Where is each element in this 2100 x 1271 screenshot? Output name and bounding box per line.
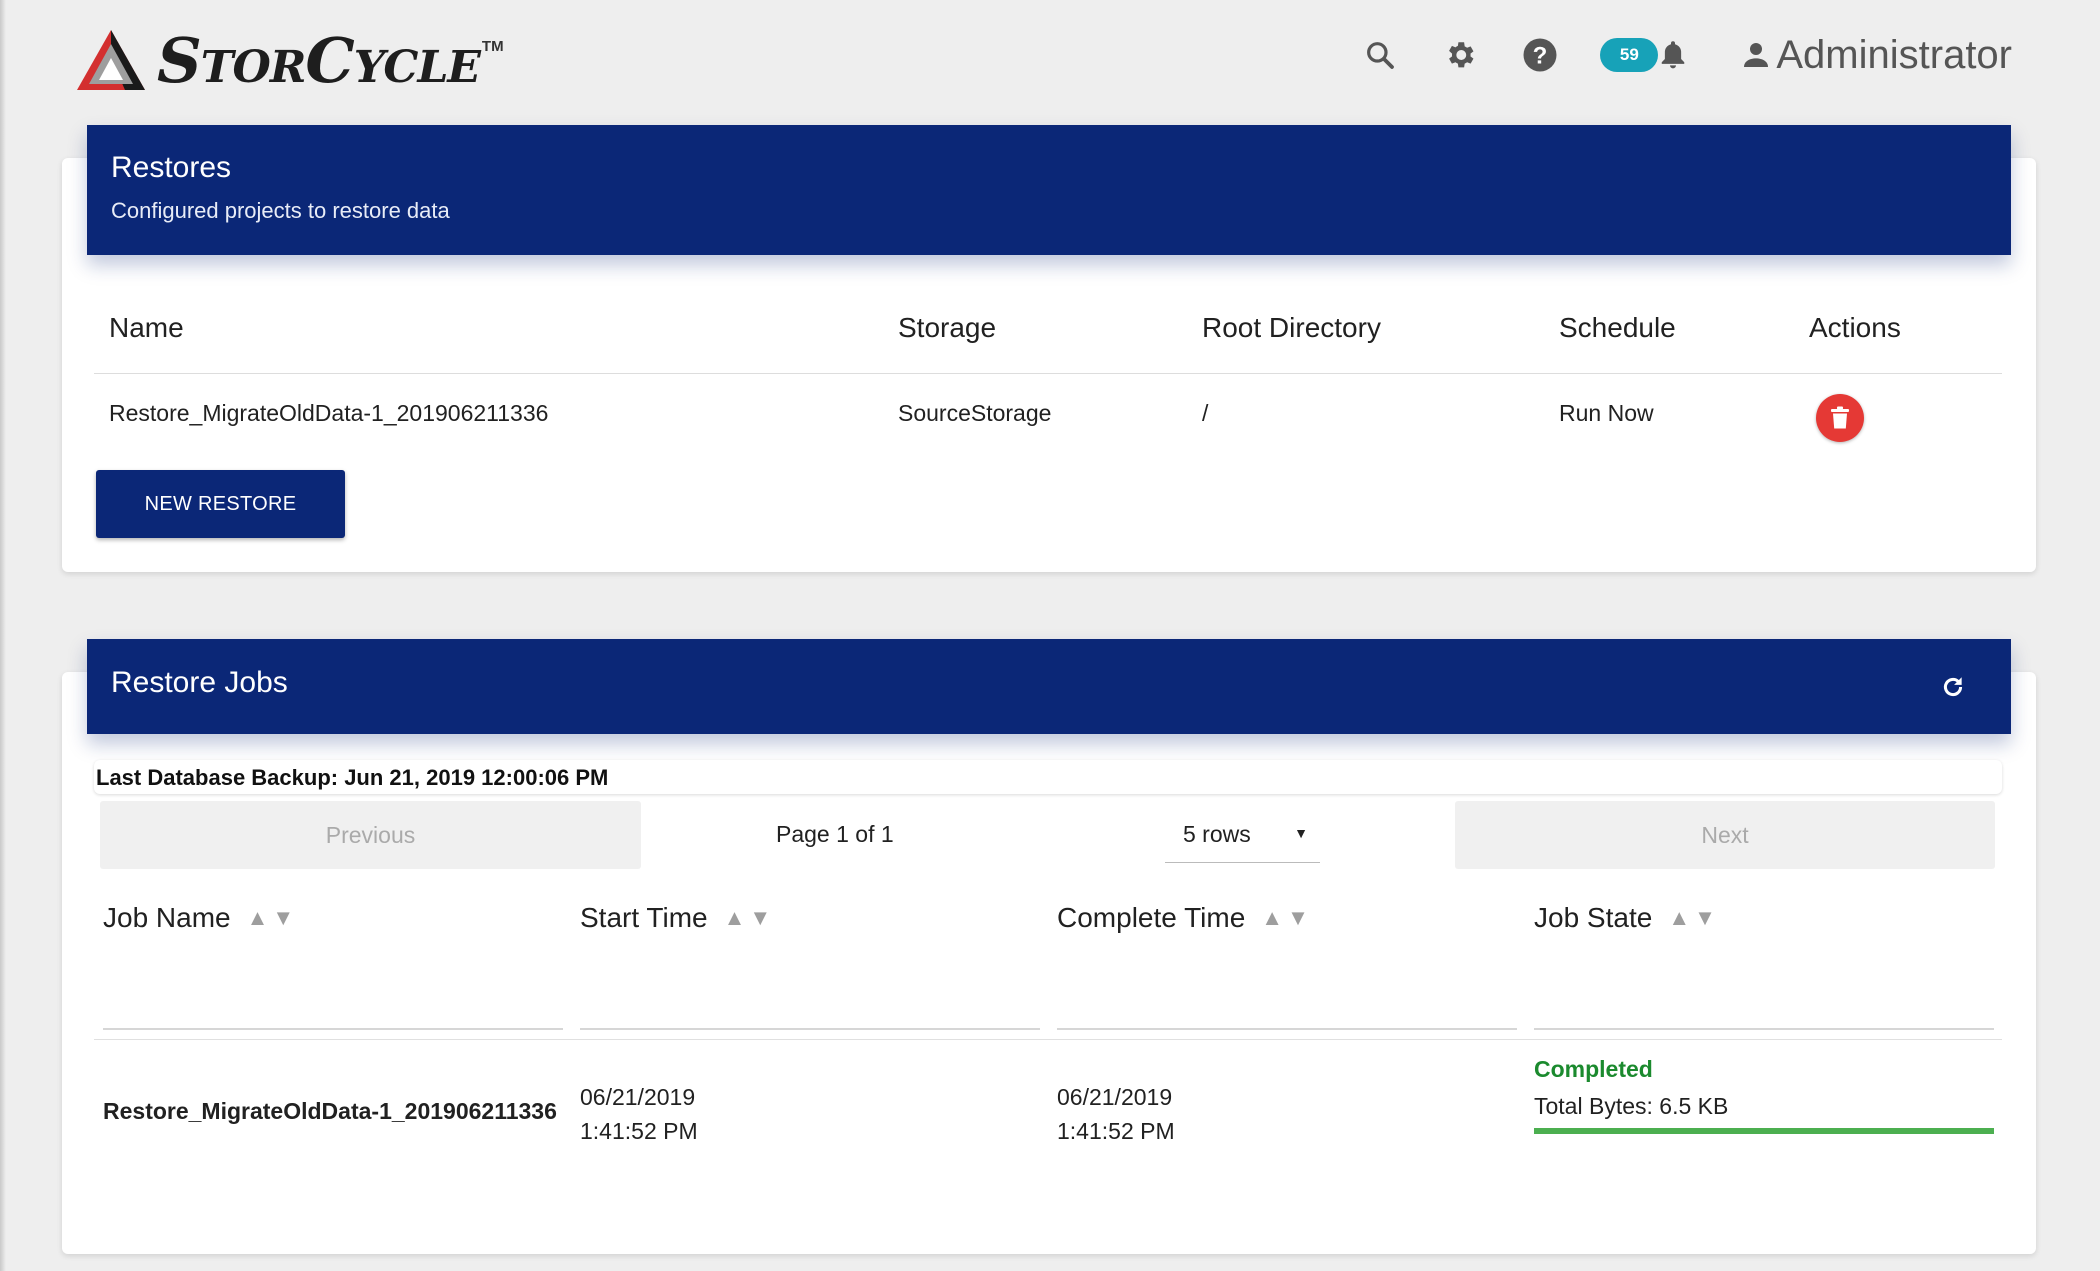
notification-badge: 59 xyxy=(1600,38,1659,72)
logo-mark-icon xyxy=(77,30,145,90)
table-row[interactable]: Restore_MigrateOldData-1_201906211336 06… xyxy=(94,1040,2002,1160)
delete-restore-button[interactable] xyxy=(1816,394,1864,442)
sort-arrows-icon[interactable]: ▲▼ xyxy=(724,905,776,931)
rows-per-page-select[interactable]: 5 rows ▼ xyxy=(1165,811,1320,863)
column-header-actions: Actions xyxy=(1809,312,1901,343)
job-progress-bar xyxy=(1534,1128,1994,1134)
user-menu[interactable]: Administrator xyxy=(1740,33,2012,78)
window-edge xyxy=(0,0,6,1271)
column-header-job-state[interactable]: Job State ▲▼ xyxy=(1534,902,1720,934)
restores-header: Restores Configured projects to restore … xyxy=(87,125,2011,255)
job-start-time: 06/21/2019 1:41:52 PM xyxy=(580,1084,698,1144)
job-progress-fill xyxy=(1534,1128,1994,1134)
user-name: Administrator xyxy=(1776,32,2012,77)
user-icon xyxy=(1744,43,1769,67)
start-time-filter[interactable] xyxy=(580,1028,1040,1030)
restore-root-directory: / xyxy=(1202,400,1209,426)
next-page-button[interactable]: Next xyxy=(1455,801,1995,869)
search-icon[interactable] xyxy=(1360,35,1400,75)
job-name: Restore_MigrateOldData-1_201906211336 xyxy=(103,1098,557,1124)
top-bar: STORCYCLE TM ? 59 Administrator xyxy=(0,0,2100,110)
trash-icon xyxy=(1831,406,1849,429)
restores-subtitle: Configured projects to restore data xyxy=(111,198,450,223)
restore-jobs-table: Job Name ▲▼ Start Time ▲▼ Complete Time ▲▼ … xyxy=(94,880,2002,1160)
job-total-bytes: Total Bytes: 6.5 KB xyxy=(1534,1093,1729,1119)
sort-arrows-icon[interactable]: ▲▼ xyxy=(1668,905,1720,931)
table-row[interactable]: Restore_MigrateOldData-1_201906211336 So… xyxy=(94,374,2002,460)
complete-time-filter[interactable] xyxy=(1057,1028,1517,1030)
column-header-name: Name xyxy=(109,312,184,343)
brand-name: STORCYCLE xyxy=(157,24,481,97)
new-restore-button[interactable]: NEW RESTORE xyxy=(96,470,345,538)
job-state-label: Completed xyxy=(1534,1056,1653,1082)
restores-title: Restores xyxy=(111,151,232,184)
gear-icon[interactable] xyxy=(1440,35,1480,75)
sort-arrows-icon[interactable]: ▲▼ xyxy=(1261,905,1313,931)
restore-jobs-header: Restore Jobs xyxy=(87,639,2011,734)
last-backup-bar: Last Database Backup: Jun 21, 2019 12:00… xyxy=(94,760,2002,794)
job-state: Completed Total Bytes: 6.5 KB xyxy=(1534,1056,1994,1134)
restore-storage: SourceStorage xyxy=(898,400,1052,426)
column-header-schedule: Schedule xyxy=(1559,312,1676,343)
job-name-filter[interactable] xyxy=(103,1028,563,1030)
table-header: Job Name ▲▼ Start Time ▲▼ Complete Time ▲▼ … xyxy=(94,880,2002,1040)
column-header-start-time[interactable]: Start Time ▲▼ xyxy=(580,902,775,934)
help-icon[interactable]: ? xyxy=(1520,35,1560,75)
restore-jobs-title: Restore Jobs xyxy=(111,666,288,699)
refresh-icon[interactable] xyxy=(1939,673,1967,701)
table-header: Name Storage Root Directory Schedule Act… xyxy=(94,290,2002,374)
trademark: TM xyxy=(481,38,504,55)
notifications[interactable]: 59 xyxy=(1600,38,1688,72)
restore-schedule: Run Now xyxy=(1559,400,1654,426)
last-backup-text: Last Database Backup: Jun 21, 2019 12:00… xyxy=(96,765,609,790)
column-header-root-directory: Root Directory xyxy=(1202,312,1381,343)
job-state-filter[interactable] xyxy=(1534,1028,1994,1030)
caret-down-icon: ▼ xyxy=(1294,825,1308,841)
svg-text:?: ? xyxy=(1533,42,1548,69)
pagination: Previous Page 1 of 1 5 rows ▼ Next xyxy=(100,801,1995,869)
job-complete-time: 06/21/2019 1:41:52 PM xyxy=(1057,1084,1175,1144)
sort-arrows-icon[interactable]: ▲▼ xyxy=(247,905,299,931)
column-header-storage: Storage xyxy=(898,312,997,343)
header-actions: ? 59 Administrator xyxy=(1320,30,2012,80)
restore-name: Restore_MigrateOldData-1_201906211336 xyxy=(109,400,549,426)
column-header-job-name[interactable]: Job Name ▲▼ xyxy=(103,902,298,934)
page-info: Page 1 of 1 xyxy=(776,821,894,847)
previous-page-button[interactable]: Previous xyxy=(100,801,641,869)
restores-table: Name Storage Root Directory Schedule Act… xyxy=(94,290,2002,460)
bell-icon xyxy=(1662,41,1685,69)
column-header-complete-time[interactable]: Complete Time ▲▼ xyxy=(1057,902,1313,934)
rows-per-page-value: 5 rows xyxy=(1183,821,1251,847)
storcycle-logo[interactable]: STORCYCLE TM xyxy=(75,28,504,94)
